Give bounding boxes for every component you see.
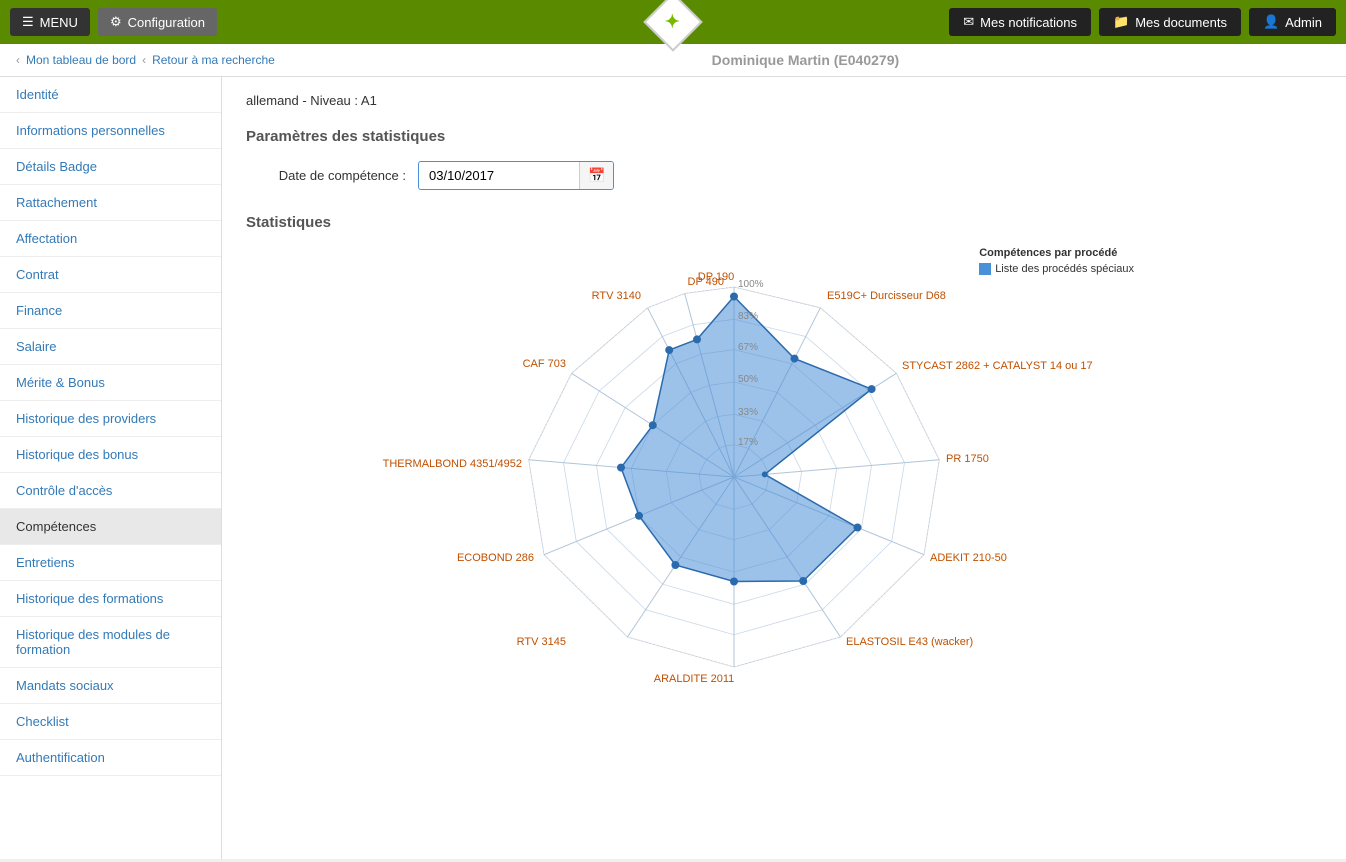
dot-6 [730,578,738,586]
dot-11 [665,346,673,354]
admin-label: Admin [1285,15,1322,30]
main-layout: Identité Informations personnelles Détai… [0,77,1346,859]
chart-container: Compétences par procédé Liste des procéd… [434,247,1134,707]
sidebar-item-checklist[interactable]: Checklist [0,704,221,740]
sidebar-item-historique-providers[interactable]: Historique des providers [0,401,221,437]
breadcrumb-dashboard[interactable]: Mon tableau de bord [26,53,136,67]
radar-chart: .axis-line { stroke: #b0c4d8; stroke-wid… [434,257,1054,707]
dot-2 [868,385,876,393]
chart-title: Statistiques [246,214,1322,231]
menu-label: MENU [40,15,78,30]
notifications-button[interactable]: ✉ Mes notifications [949,8,1091,36]
topnav-right: ✉ Mes notifications 📁 Mes documents 👤 Ad… [949,8,1336,36]
menu-button[interactable]: ☰ MENU [10,8,90,36]
legend-item: Liste des procédés spéciaux [979,263,1134,275]
dot-1 [791,355,799,363]
sidebar-item-historique-formations[interactable]: Historique des formations [0,581,221,617]
pct-100: 100% [738,279,764,290]
legend-title: Compétences par procédé [979,247,1134,259]
breadcrumb-search[interactable]: Retour à ma recherche [152,53,275,67]
language-level: allemand - Niveau : A1 [246,93,1322,108]
breadcrumb-separator: ‹ [142,53,146,67]
hamburger-icon: ☰ [22,14,34,30]
stats-params-title: Paramètres des statistiques [246,128,1322,145]
chart-section: Statistiques Compétences par procédé Lis… [246,214,1322,707]
sidebar-item-contrat[interactable]: Contrat [0,257,221,293]
dot-10 [649,421,657,429]
logo-diamond: ✦ [643,0,702,52]
date-form-row: Date de compétence : 📅 [246,161,1322,190]
page-title: Dominique Martin (E040279) [281,52,1330,68]
sidebar-item-details-badge[interactable]: Détails Badge [0,149,221,185]
content-area: allemand - Niveau : A1 Paramètres des st… [222,77,1346,859]
sidebar-item-salaire[interactable]: Salaire [0,329,221,365]
label-dp490: DP 490 [688,276,725,288]
chevron-left-icon: ‹ [16,53,20,67]
dot-4 [854,524,862,532]
label-araldite: ARALDITE 2011 [654,673,735,685]
pct-33: 33% [738,407,758,418]
dot-9 [617,464,625,472]
date-label: Date de compétence : [246,168,406,183]
sidebar-item-affectation[interactable]: Affectation [0,221,221,257]
logo-container: ✦ [652,1,694,43]
documents-button[interactable]: 📁 Mes documents [1099,8,1241,36]
label-rtv3145: RTV 3145 [517,636,566,648]
sidebar-item-rattachement[interactable]: Rattachement [0,185,221,221]
label-ecobond: ECOBOND 286 [457,552,534,564]
envelope-icon: ✉ [963,14,974,30]
label-caf703: CAF 703 [523,358,566,370]
pct-50: 50% [738,374,758,385]
sidebar-item-competences[interactable]: Compétences [0,509,221,545]
date-input[interactable] [419,163,579,188]
sidebar-item-infos-perso[interactable]: Informations personnelles [0,113,221,149]
dot-7 [671,561,679,569]
sidebar-item-finance[interactable]: Finance [0,293,221,329]
dot-8 [635,512,643,520]
label-adekit: ADEKIT 210-50 [930,552,1007,564]
notifications-label: Mes notifications [980,15,1077,30]
sidebar-item-historique-bonus[interactable]: Historique des bonus [0,437,221,473]
date-input-wrap: 📅 [418,161,614,190]
folder-icon: 📁 [1113,14,1129,30]
dot-0 [730,293,738,301]
pct-67: 67% [738,342,758,353]
chart-legend: Compétences par procédé Liste des procéd… [979,247,1134,275]
dot-12 [693,335,701,343]
topnav-left: ☰ MENU ⚙ Configuration [10,8,217,36]
admin-button[interactable]: 👤 Admin [1249,8,1336,36]
topnav: ☰ MENU ⚙ Configuration ✦ ✉ Mes notificat… [0,0,1346,44]
legend-item-label: Liste des procédés spéciaux [995,263,1134,275]
pct-17: 17% [738,437,758,448]
label-pr1750: PR 1750 [946,453,989,465]
dot-5 [799,577,807,585]
sidebar-item-mandats[interactable]: Mandats sociaux [0,668,221,704]
sidebar: Identité Informations personnelles Détai… [0,77,222,859]
sidebar-item-controle-acces[interactable]: Contrôle d'accès [0,473,221,509]
label-elastosil: ELASTOSIL E43 (wacker) [846,636,973,648]
gear-icon: ⚙ [110,14,122,30]
label-rtv3140: RTV 3140 [592,290,641,302]
config-button[interactable]: ⚙ Configuration [98,8,217,36]
calendar-icon[interactable]: 📅 [579,162,613,189]
legend-color-box [979,263,991,275]
user-icon: 👤 [1263,14,1279,30]
label-stycast: STYCAST 2862 + CATALYST 14 ou 17 [902,360,1093,372]
sidebar-item-historique-modules[interactable]: Historique des modules de formation [0,617,221,668]
stats-params-section: Paramètres des statistiques Date de comp… [246,128,1322,190]
config-label: Configuration [128,15,205,30]
sidebar-item-identite[interactable]: Identité [0,77,221,113]
label-e519c: E519C+ Durcisseur D68 [827,290,946,302]
dot-3 [762,471,768,477]
sidebar-item-merite-bonus[interactable]: Mérite & Bonus [0,365,221,401]
logo-text: ✦ [665,12,680,33]
sidebar-item-authentification[interactable]: Authentification [0,740,221,776]
documents-label: Mes documents [1135,15,1227,30]
label-thermalbond: THERMALBOND 4351/4952 [383,458,522,470]
pct-83: 83% [738,311,758,322]
sidebar-item-entretiens[interactable]: Entretiens [0,545,221,581]
